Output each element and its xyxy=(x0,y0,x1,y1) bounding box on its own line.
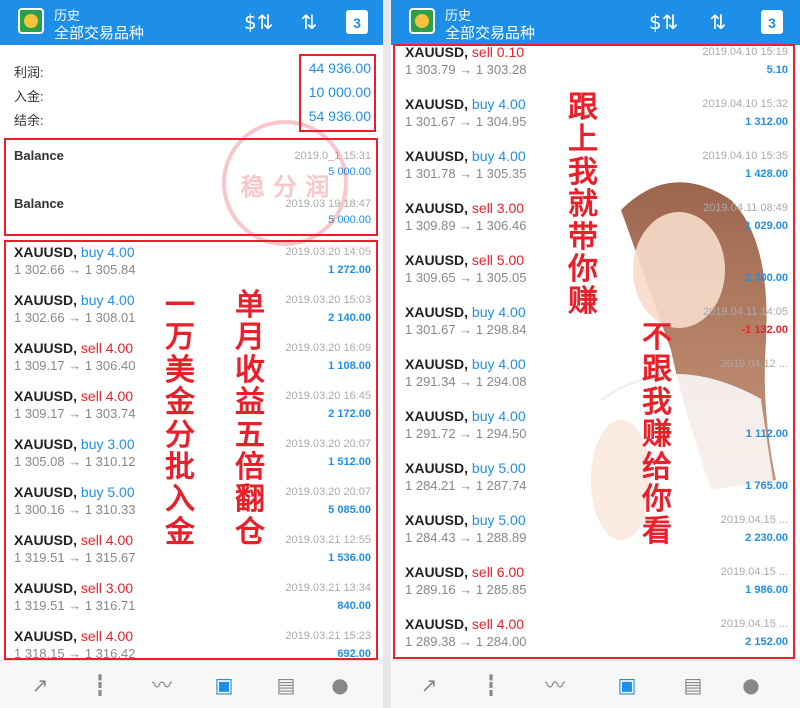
bottom-nav: ↗ ┇ 〰 ▣ ▤ ● xyxy=(0,660,383,708)
line-chart-icon[interactable]: 〰 xyxy=(148,671,176,699)
currency-sort-icon[interactable]: $⇅ xyxy=(244,9,273,35)
symbol-filter[interactable]: 全部交易品种 xyxy=(54,22,144,43)
left-phone-screen: 历史 全部交易品种 $⇅ ⇅ 3 利润: 入金: 结余: 44 936.00 1… xyxy=(0,0,383,708)
calendar-icon[interactable]: 3 xyxy=(346,10,368,34)
chart-candles-icon[interactable]: ┇ xyxy=(86,671,114,699)
summary-label-profit: 利润: xyxy=(14,65,44,80)
chart-candles-icon[interactable]: ┇ xyxy=(477,671,505,699)
sort-icon[interactable]: ⇅ xyxy=(705,9,731,35)
promo-text-column-2: 不跟我赚给你看 xyxy=(642,320,672,550)
panel-divider xyxy=(383,0,391,708)
history-inbox-icon[interactable]: ▣ xyxy=(613,671,641,699)
summary-highlight-box xyxy=(299,54,376,132)
news-icon[interactable]: ▤ xyxy=(272,671,300,699)
app-bar: 历史 全部交易品种 $⇅ ⇅ 3 xyxy=(391,0,800,45)
app-bar: 历史 全部交易品种 $⇅ ⇅ 3 xyxy=(0,0,383,45)
bottom-nav: ↗ ┇ 〰 ▣ ▤ ● xyxy=(391,660,800,708)
summary-label-balance: 结余: xyxy=(14,113,44,128)
history-inbox-icon[interactable]: ▣ xyxy=(210,671,238,699)
news-icon[interactable]: ▤ xyxy=(679,671,707,699)
app-logo-icon xyxy=(18,8,44,34)
promo-text-column-1: 跟上我就带你赚 xyxy=(568,90,598,320)
chat-icon[interactable]: ● xyxy=(737,671,765,699)
watermark-stamp: 稳 分 润 xyxy=(222,120,348,246)
sort-icon[interactable]: ⇅ xyxy=(296,9,322,35)
chat-icon[interactable]: ● xyxy=(326,671,354,699)
trade-icon[interactable]: ↗ xyxy=(26,671,54,699)
right-phone-screen: 历史 全部交易品种 $⇅ ⇅ 3 XAUUSD, sell 0.10 1 303… xyxy=(391,0,800,708)
app-logo-icon xyxy=(409,8,435,34)
currency-sort-icon[interactable]: $⇅ xyxy=(649,9,678,35)
promo-text-column-2: 单月收益五倍翻仓 xyxy=(235,288,265,550)
symbol-filter[interactable]: 全部交易品种 xyxy=(445,22,535,43)
promo-text-column-1: 一万美金分批入金 xyxy=(165,288,195,550)
line-chart-icon[interactable]: 〰 xyxy=(541,671,569,699)
summary-label-deposit: 入金: xyxy=(14,89,44,104)
trade-icon[interactable]: ↗ xyxy=(415,671,443,699)
calendar-icon[interactable]: 3 xyxy=(761,10,783,34)
